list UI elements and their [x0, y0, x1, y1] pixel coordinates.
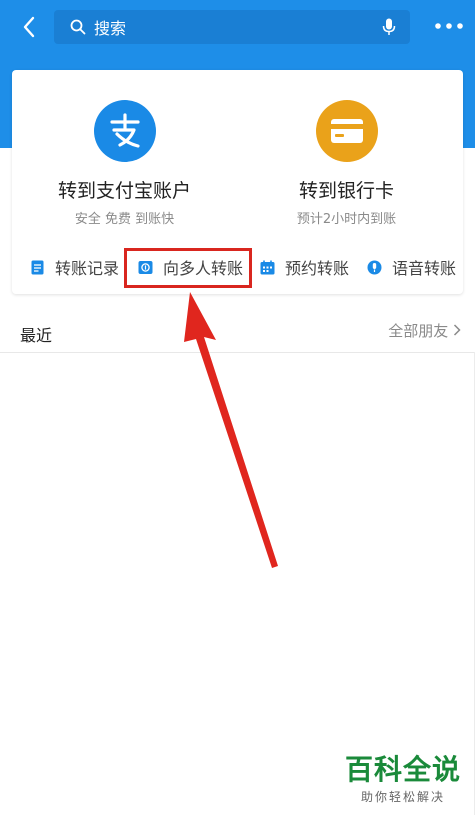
- document-icon: [30, 260, 45, 275]
- transfer-records-label: 转账记录: [55, 259, 120, 278]
- scheduled-transfer-button[interactable]: 预约转账: [260, 255, 349, 279]
- more-button[interactable]: [433, 16, 465, 36]
- all-friends-link[interactable]: 全部朋友: [388, 320, 461, 341]
- bank-transfer-subtitle: 预计2小时内到账: [296, 212, 397, 227]
- transfer-to-alipay-button[interactable]: 转到支付宝账户 安全 免费 到账快: [12, 100, 237, 227]
- transfer-to-bank-button[interactable]: 转到银行卡 预计2小时内到账: [234, 100, 459, 227]
- watermark-slogan: 助你轻松解决: [360, 790, 445, 804]
- search-placeholder: 搜索: [94, 19, 127, 38]
- watermark-brand: 百科全说: [344, 753, 461, 786]
- search-icon: [70, 19, 86, 35]
- voice-transfer-button[interactable]: 语音转账: [367, 255, 456, 279]
- search-input[interactable]: 搜索: [54, 10, 410, 44]
- scheduled-transfer-label: 预约转账: [285, 259, 350, 278]
- bank-card-icon: [315, 100, 378, 162]
- highlight-box: [124, 248, 252, 288]
- recent-title: 最近: [20, 326, 53, 345]
- chevron-left-icon: [23, 16, 35, 38]
- microphone-icon: [367, 260, 382, 275]
- alipay-icon: [93, 100, 156, 162]
- more-icon: [435, 23, 463, 29]
- voice-transfer-label: 语音转账: [392, 259, 457, 278]
- chevron-right-icon: [453, 324, 461, 336]
- microphone-icon[interactable]: [382, 18, 396, 36]
- alipay-transfer-subtitle: 安全 免费 到账快: [74, 212, 175, 227]
- bank-transfer-title: 转到银行卡: [298, 180, 394, 202]
- transfer-card: 转到支付宝账户 安全 免费 到账快 转到银行卡 预计2小时内到账 转账记录 向多…: [12, 70, 463, 294]
- back-button[interactable]: [14, 10, 44, 44]
- red-arrow-annotation: [184, 292, 278, 568]
- transfer-records-button[interactable]: 转账记录: [30, 255, 119, 279]
- all-friends-label: 全部朋友: [388, 322, 449, 340]
- calendar-icon: [260, 260, 275, 275]
- watermark: 百科全说 助你轻松解决: [345, 748, 461, 805]
- alipay-transfer-title: 转到支付宝账户: [57, 180, 191, 202]
